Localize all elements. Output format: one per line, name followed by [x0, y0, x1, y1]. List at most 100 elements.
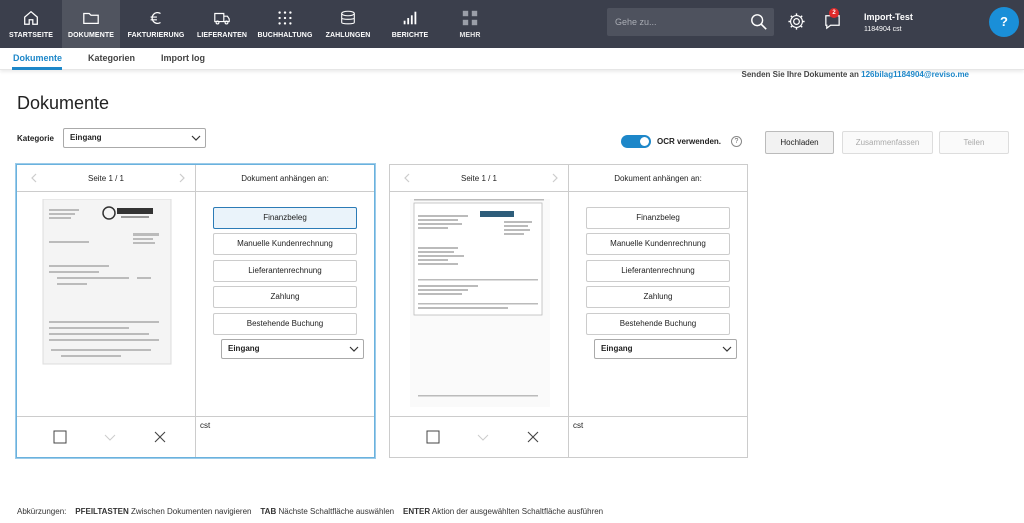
kundenrechnung-button[interactable]: Manuelle Kundenrechnung — [586, 233, 730, 255]
search-icon[interactable] — [750, 13, 768, 31]
document-card[interactable]: Seite 1 / 1 Dokument anhängen an: Finanz… — [389, 164, 748, 458]
shortcut-key: PFEILTASTEN — [75, 507, 129, 516]
share-button[interactable]: Teilen — [939, 131, 1009, 154]
top-navigation-bar: STARTSEITE DOKUMENTE FAKTURIERUNG LIEFER… — [0, 0, 1024, 48]
nav-item-lieferanten[interactable]: LIEFERANTEN — [192, 0, 252, 48]
gear-icon[interactable] — [787, 12, 806, 31]
shortcuts-prefix: Abkürzungen: — [17, 507, 67, 516]
attach-panel: Dokument anhängen an: Finanzbeleg Manuel… — [196, 165, 374, 457]
card-actions — [390, 416, 568, 457]
email-instructions-text: Senden Sie Ihre Dokumente an — [741, 70, 859, 79]
page-title: Dokumente — [17, 93, 110, 113]
keyboard-shortcuts: Abkürzungen: PFEILTASTEN Zwischen Dokume… — [17, 507, 603, 516]
shortcut-key: ENTER — [403, 507, 431, 516]
note-text: cst — [573, 421, 584, 430]
truck-icon — [214, 12, 230, 25]
bestehende-buchung-button[interactable]: Bestehende Buchung — [213, 313, 357, 335]
account-id: 1184904 cst — [864, 26, 902, 33]
help-circle-icon[interactable]: ? — [731, 136, 742, 147]
help-button[interactable]: ? — [989, 7, 1019, 37]
coins-icon — [341, 10, 355, 25]
note-field[interactable]: cst — [196, 416, 374, 457]
category-select[interactable]: Eingang — [221, 339, 364, 359]
chevron-right-icon[interactable] — [550, 173, 560, 183]
close-icon[interactable] — [526, 430, 540, 444]
chevron-down-icon — [722, 346, 732, 352]
euro-icon — [150, 11, 161, 25]
attach-panel: Dokument anhängen an: Finanzbeleg Manuel… — [569, 165, 747, 457]
upload-button[interactable]: Hochladen — [765, 131, 834, 154]
attach-header: Dokument anhängen an: — [569, 165, 747, 192]
kategorie-select[interactable]: Eingang — [63, 128, 206, 148]
search-box — [607, 8, 774, 36]
chevron-down-icon — [191, 135, 201, 141]
bar-chart-icon — [403, 11, 417, 25]
zahlung-button[interactable]: Zahlung — [586, 286, 730, 308]
chevron-down-icon — [349, 346, 359, 352]
document-thumbnail[interactable] — [410, 199, 550, 409]
close-icon[interactable] — [153, 430, 167, 444]
chevron-down-icon[interactable] — [103, 430, 117, 444]
category-select-value: Eingang — [228, 344, 260, 353]
tab-kategorien[interactable]: Kategorien — [88, 53, 135, 63]
category-select[interactable]: Eingang — [594, 339, 737, 359]
zahlung-button[interactable]: Zahlung — [213, 286, 357, 308]
shortcut-desc: Nächste Schaltfläche auswählen — [278, 507, 395, 516]
ocr-label: OCR verwenden. — [657, 137, 722, 146]
bestehende-buchung-button[interactable]: Bestehende Buchung — [586, 313, 730, 335]
grid-icon — [278, 11, 292, 25]
nav-item-fakturierung[interactable]: FAKTURIERUNG — [124, 0, 188, 48]
ocr-toggle[interactable] — [621, 135, 651, 148]
upload-email-link[interactable]: 126bilag1184904@reviso.me — [861, 70, 969, 79]
tab-dokumente[interactable]: Dokumente — [13, 53, 62, 63]
finanzbeleg-button[interactable]: Finanzbeleg — [213, 207, 357, 229]
checkbox-icon[interactable] — [53, 430, 67, 444]
nav-item-label: LIEFERANTEN — [196, 32, 248, 39]
nav-item-label: BUCHHALTUNG — [257, 32, 313, 39]
chevron-down-icon[interactable] — [476, 430, 490, 444]
nav-item-startseite[interactable]: STARTSEITE — [0, 0, 62, 48]
home-icon — [24, 10, 38, 25]
chevron-left-icon[interactable] — [29, 173, 39, 183]
notification-badge: 2 — [829, 8, 839, 18]
kategorie-select-value: Eingang — [70, 133, 102, 142]
document-thumbnail[interactable] — [37, 199, 177, 374]
nav-item-label: STARTSEITE — [8, 32, 54, 39]
card-actions — [17, 416, 195, 457]
page-navigator: Seite 1 / 1 — [390, 165, 568, 192]
page-indicator: Seite 1 / 1 — [87, 174, 125, 183]
finanzbeleg-button[interactable]: Finanzbeleg — [586, 207, 730, 229]
merge-button[interactable]: Zusammenfassen — [842, 131, 933, 154]
shortcut-desc: Aktion der ausgewählten Schaltfläche aus… — [431, 507, 604, 516]
tab-import-log[interactable]: Import log — [161, 53, 205, 63]
nav-item-dokumente[interactable]: DOKUMENTE — [62, 0, 120, 48]
nav-item-buchhaltung[interactable]: BUCHHALTUNG — [254, 0, 316, 48]
page-navigator: Seite 1 / 1 — [17, 165, 195, 192]
kategorie-label: Kategorie — [17, 134, 54, 143]
kundenrechnung-button[interactable]: Manuelle Kundenrechnung — [213, 233, 357, 255]
search-input[interactable] — [607, 8, 747, 36]
sub-navigation: Dokumente Kategorien Import log — [0, 48, 1024, 70]
nav-item-label: FAKTURIERUNG — [127, 32, 185, 39]
note-field[interactable]: cst — [569, 416, 747, 457]
document-preview-panel: Seite 1 / 1 — [17, 165, 196, 457]
lieferantenrechnung-button[interactable]: Lieferantenrechnung — [213, 260, 357, 282]
shortcut-desc: Zwischen Dokumenten navigieren — [130, 507, 252, 516]
apps-icon — [462, 10, 478, 26]
nav-item-mehr[interactable]: MEHR — [440, 0, 500, 48]
document-card[interactable]: Seite 1 / 1 Dokument anhängen an: Finanz… — [16, 164, 375, 458]
page-indicator: Seite 1 / 1 — [460, 174, 498, 183]
nav-item-zahlungen[interactable]: ZAHLUNGEN — [318, 0, 378, 48]
chevron-left-icon[interactable] — [402, 173, 412, 183]
active-tab-indicator — [12, 67, 62, 70]
nav-item-berichte[interactable]: BERICHTE — [380, 0, 440, 48]
lieferantenrechnung-button[interactable]: Lieferantenrechnung — [586, 260, 730, 282]
shortcut-key: TAB — [260, 507, 277, 516]
folder-icon — [83, 12, 99, 25]
chevron-right-icon[interactable] — [177, 173, 187, 183]
nav-item-label: BERICHTE — [391, 32, 429, 39]
document-preview-panel: Seite 1 / 1 — [390, 165, 569, 457]
category-select-value: Eingang — [601, 344, 633, 353]
account-name[interactable]: Import-Test — [864, 12, 913, 22]
checkbox-icon[interactable] — [426, 430, 440, 444]
